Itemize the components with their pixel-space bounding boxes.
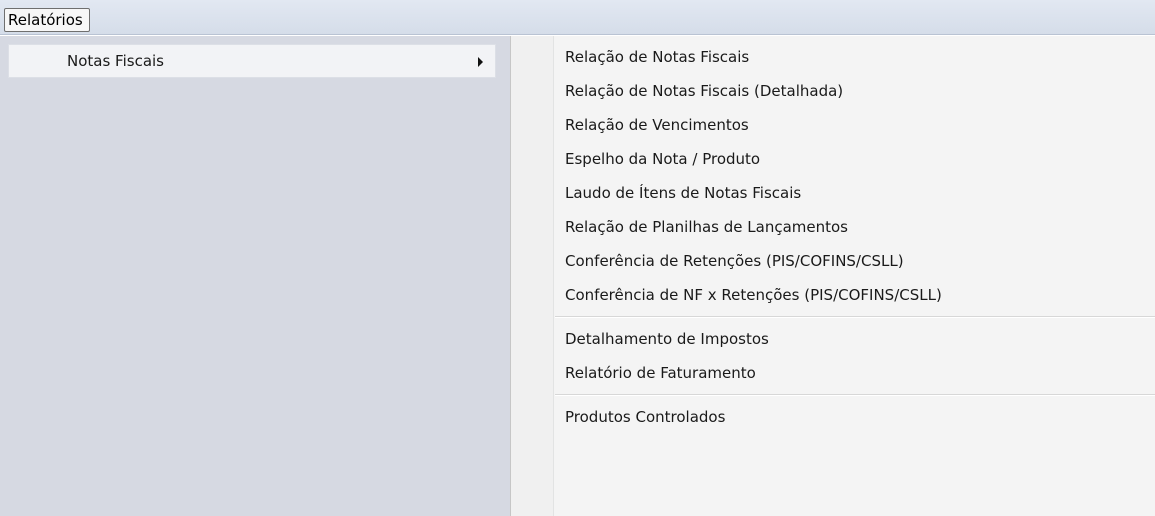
- menu-separator: [555, 316, 1155, 318]
- submenu-item[interactable]: Relação de Notas Fiscais: [565, 40, 749, 74]
- submenu-item[interactable]: Conferência de Retenções (PIS/COFINS/CSL…: [565, 244, 904, 278]
- submenu-item[interactable]: Relatório de Faturamento: [565, 356, 756, 390]
- relatorios-dropdown: Notas Fiscais: [0, 36, 511, 516]
- menu-item-label: Notas Fiscais: [67, 52, 164, 70]
- submenu-item[interactable]: Produtos Controlados: [565, 400, 725, 434]
- submenu-item[interactable]: Conferência de NF x Retenções (PIS/COFIN…: [565, 278, 942, 312]
- submenu-item[interactable]: Relação de Vencimentos: [565, 108, 749, 142]
- menu-icon-gutter: [511, 36, 553, 516]
- submenu-item[interactable]: Laudo de Ítens de Notas Fiscais: [565, 176, 801, 210]
- submenu-item[interactable]: Detalhamento de Impostos: [565, 322, 769, 356]
- gutter-divider: [553, 36, 554, 516]
- notas-fiscais-submenu: Relação de Notas Fiscais Relação de Notas…: [510, 36, 1155, 516]
- menu-separator: [555, 394, 1155, 396]
- submenu-item[interactable]: Relação de Notas Fiscais (Detalhada): [565, 74, 843, 108]
- menu-item-notas-fiscais[interactable]: Notas Fiscais: [8, 44, 496, 78]
- menu-bar: Relatórios: [0, 0, 1155, 35]
- submenu-item[interactable]: Espelho da Nota / Produto: [565, 142, 760, 176]
- submenu-item[interactable]: Relação de Planilhas de Lançamentos: [565, 210, 848, 244]
- submenu-arrow-icon: [478, 57, 483, 67]
- menu-relatorios[interactable]: Relatórios: [4, 8, 90, 32]
